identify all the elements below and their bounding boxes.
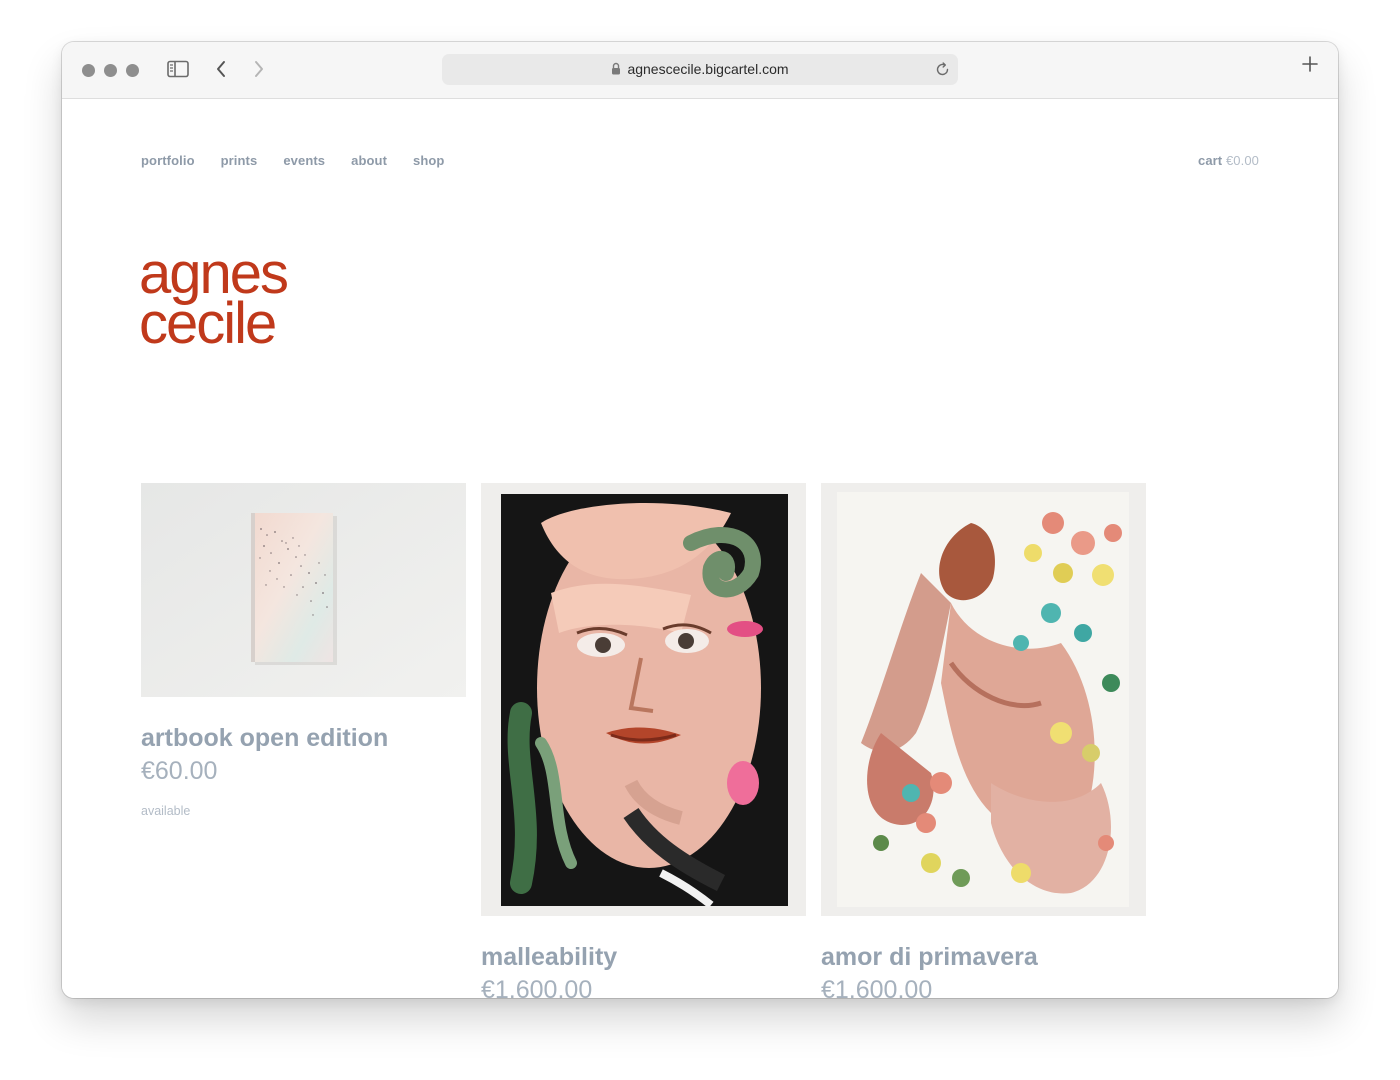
minimize-window-button[interactable] [104,64,117,77]
product-card[interactable]: artbook open edition €60.00 available [141,483,466,818]
product-status: available [141,804,191,818]
product-card[interactable]: malleability €1,600.00 available [481,483,806,998]
browser-window: agnescecile.bigcartel.com portfolio prin… [62,42,1338,998]
product-image-artbook[interactable] [141,483,466,697]
product-title[interactable]: artbook open edition [141,724,466,753]
product-card[interactable]: amor di primavera €1,600.00 available [821,483,1146,998]
nav-shop[interactable]: shop [413,153,444,168]
product-price: €1,600.00 [821,976,933,998]
close-window-button[interactable] [82,64,95,77]
page-content: portfolio prints events about shop cart … [62,99,1338,998]
lock-icon [611,55,621,86]
cart-label: cart [1197,153,1223,168]
logo-line-2: cecile [139,291,277,356]
forward-icon[interactable] [253,60,265,78]
cart-amount: €0.00 [1225,153,1259,168]
product-price: €60.00 [141,757,218,785]
nav-events[interactable]: events [283,153,325,168]
browser-toolbar: agnescecile.bigcartel.com [62,42,1338,99]
nav-prints[interactable]: prints [221,153,258,168]
site-logo[interactable]: agnes cecile [139,245,289,356]
product-image-malleability[interactable] [481,483,806,916]
new-tab-icon[interactable] [1302,56,1318,77]
cart-link[interactable]: cart €0.00 [1198,153,1259,168]
product-image-amor-di-primavera[interactable] [821,483,1146,916]
main-nav: portfolio prints events about shop [141,153,444,168]
reload-icon[interactable] [935,62,950,82]
sidebar-icon[interactable] [167,60,189,78]
url-text[interactable]: agnescecile.bigcartel.com [627,61,788,77]
back-icon[interactable] [215,60,227,78]
zoom-window-button[interactable] [126,64,139,77]
product-title[interactable]: amor di primavera [821,943,1146,972]
nav-about[interactable]: about [351,153,387,168]
address-bar[interactable]: agnescecile.bigcartel.com [442,54,958,85]
product-price: €1,600.00 [481,976,593,998]
product-title[interactable]: malleability [481,943,806,972]
nav-portfolio[interactable]: portfolio [141,153,195,168]
